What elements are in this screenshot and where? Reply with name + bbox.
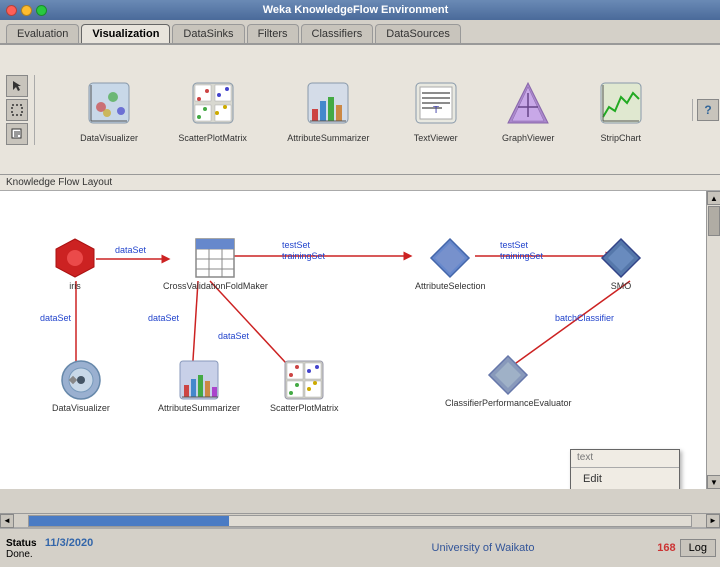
tab-classifiers[interactable]: Classifiers bbox=[301, 24, 374, 43]
svg-text:T: T bbox=[433, 105, 439, 116]
canvas-svg: dataSet testSet trainingSet testSet trai… bbox=[0, 191, 720, 489]
toolbar-scatterplotmatrix-label: ScatterPlotMatrix bbox=[178, 133, 247, 143]
svg-text:dataSet: dataSet bbox=[115, 245, 147, 255]
toolbar-graphviewer[interactable]: GraphViewer bbox=[502, 77, 554, 143]
tabbar: Evaluation Visualization DataSinks Filte… bbox=[0, 20, 720, 45]
minimize-button[interactable] bbox=[21, 5, 32, 16]
tab-filters[interactable]: Filters bbox=[247, 24, 299, 43]
toolbar-stripchart-label: StripChart bbox=[601, 133, 642, 143]
scroll-thumb[interactable] bbox=[708, 206, 720, 236]
ctx-label-text: text bbox=[571, 450, 679, 465]
svg-text:trainingSet: trainingSet bbox=[282, 251, 326, 261]
node-attrsumm[interactable]: AttributeSummarizer bbox=[158, 359, 240, 413]
status-left: Status 11/3/2020 Done. bbox=[0, 529, 326, 567]
note-tool[interactable] bbox=[6, 123, 28, 145]
right-scrollbar: ▲ ▼ bbox=[706, 191, 720, 489]
maximize-button[interactable] bbox=[36, 5, 47, 16]
svg-text:batchClassifier: batchClassifier bbox=[555, 313, 614, 323]
window-controls bbox=[6, 5, 47, 16]
status-university: University of Waikato bbox=[326, 529, 640, 567]
toolbar-attributesummarizer[interactable]: AttributeSummarizer bbox=[287, 77, 369, 143]
toolbar-icons: DataVisualizer bbox=[47, 77, 680, 143]
toolbar-textviewer[interactable]: T TextViewer bbox=[410, 77, 462, 143]
node-classifier-eval-label: ClassifierPerformanceEvaluator bbox=[445, 398, 572, 408]
select-tool[interactable] bbox=[6, 99, 28, 121]
context-menu: text Edit Delete Actions Show results Cl… bbox=[570, 449, 680, 489]
node-attrsel[interactable]: AttributeSelection bbox=[415, 237, 486, 291]
scroll-up-button[interactable]: ▲ bbox=[707, 191, 720, 205]
toolbar-right: ? bbox=[692, 99, 714, 121]
node-crossval[interactable]: CrossValidationFoldMaker bbox=[163, 237, 268, 291]
node-iris-label: iris bbox=[69, 281, 81, 291]
pointer-tool[interactable] bbox=[6, 75, 28, 97]
titlebar: Weka KnowledgeFlow Environment bbox=[0, 0, 720, 20]
h-scrollbar-track[interactable] bbox=[28, 515, 692, 527]
tab-datasources[interactable]: DataSources bbox=[375, 24, 461, 43]
toolbar-datavisualizer-label: DataVisualizer bbox=[80, 133, 138, 143]
svg-text:testSet: testSet bbox=[282, 240, 311, 250]
svg-text:dataSet: dataSet bbox=[148, 313, 180, 323]
node-datavis[interactable]: DataVisualizer bbox=[52, 359, 110, 413]
log-count: 168 bbox=[657, 542, 675, 554]
ctx-delete[interactable]: Delete bbox=[571, 488, 679, 489]
toolbar-textviewer-label: TextViewer bbox=[414, 133, 458, 143]
node-crossval-label: CrossValidationFoldMaker bbox=[163, 281, 268, 291]
svg-text:trainingSet: trainingSet bbox=[500, 251, 544, 261]
ctx-separator-1 bbox=[571, 467, 679, 468]
toolbar-datavisualizer[interactable]: DataVisualizer bbox=[80, 77, 138, 143]
bottom-scrollbar: ◄ ► bbox=[0, 513, 720, 527]
node-attrsel-label: AttributeSelection bbox=[415, 281, 486, 291]
help-button[interactable]: ? bbox=[697, 99, 719, 121]
toolbar-side-buttons bbox=[6, 75, 35, 145]
node-iris[interactable]: iris bbox=[54, 237, 96, 291]
scroll-down-button[interactable]: ▼ bbox=[707, 475, 720, 489]
node-smo-label: SMO bbox=[611, 281, 632, 291]
toolbar-attributesummarizer-label: AttributeSummarizer bbox=[287, 133, 369, 143]
main-layout: Knowledge Flow Layout dataSet testSet tr… bbox=[0, 175, 720, 527]
node-datavis-label: DataVisualizer bbox=[52, 403, 110, 413]
toolbar: DataVisualizer bbox=[0, 45, 720, 175]
node-attrsumm-label: AttributeSummarizer bbox=[158, 403, 240, 413]
log-button[interactable]: Log bbox=[680, 539, 716, 557]
svg-text:dataSet: dataSet bbox=[218, 331, 250, 341]
node-scatter-label: ScatterPlotMatrix bbox=[270, 403, 339, 413]
canvas[interactable]: dataSet testSet trainingSet testSet trai… bbox=[0, 191, 720, 489]
svg-text:testSet: testSet bbox=[500, 240, 529, 250]
status-right: 168 Log bbox=[640, 529, 720, 567]
status-date: 11/3/2020 bbox=[45, 537, 93, 549]
tab-evaluation[interactable]: Evaluation bbox=[6, 24, 79, 43]
statusbar: Status 11/3/2020 Done. University of Wai… bbox=[0, 527, 720, 567]
scroll-right-button[interactable]: ► bbox=[706, 514, 720, 528]
status-label-text: Status bbox=[6, 538, 37, 549]
svg-text:dataSet: dataSet bbox=[40, 313, 72, 323]
h-scrollbar-thumb[interactable] bbox=[29, 516, 229, 526]
toolbar-stripchart[interactable]: StripChart bbox=[595, 77, 647, 143]
scroll-left-button[interactable]: ◄ bbox=[0, 514, 14, 528]
tab-visualization[interactable]: Visualization bbox=[81, 24, 170, 43]
canvas-label: Knowledge Flow Layout bbox=[0, 175, 720, 191]
toolbar-graphviewer-label: GraphViewer bbox=[502, 133, 554, 143]
ctx-edit[interactable]: Edit bbox=[571, 470, 679, 488]
close-button[interactable] bbox=[6, 5, 17, 16]
tab-datasinks[interactable]: DataSinks bbox=[172, 24, 244, 43]
status-done: Done. bbox=[6, 549, 320, 560]
status-label: Status 11/3/2020 bbox=[6, 537, 320, 549]
window-title: Weka KnowledgeFlow Environment bbox=[263, 4, 449, 16]
node-classifier-eval[interactable]: E ClassifierPerformanceEvaluator bbox=[445, 354, 572, 408]
toolbar-scatterplotmatrix[interactable]: ScatterPlotMatrix bbox=[178, 77, 247, 143]
node-smo[interactable]: SMO bbox=[600, 237, 642, 291]
node-scatter[interactable]: ScatterPlotMatrix bbox=[270, 359, 339, 413]
